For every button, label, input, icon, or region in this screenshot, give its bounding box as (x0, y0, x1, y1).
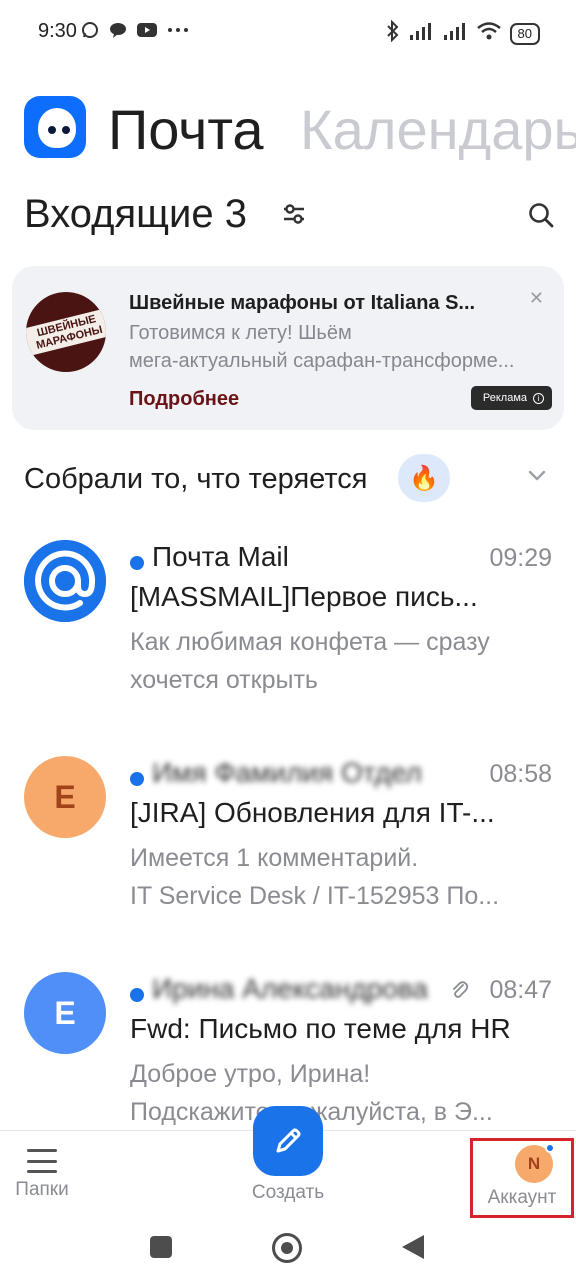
nav-folders[interactable]: Папки (10, 1149, 74, 1201)
signal-icon (408, 21, 434, 46)
signal-icon (442, 21, 468, 46)
message-subject: Fwd: Письмо по теме для HR (130, 1013, 511, 1044)
wifi-icon (476, 21, 502, 46)
unread-indicator (130, 988, 144, 1002)
chat-bubble-icon (108, 20, 128, 45)
notification-dot (545, 1143, 555, 1153)
avatar: E (24, 756, 106, 838)
app-logo (24, 96, 86, 158)
unread-indicator (130, 772, 144, 786)
compose-label[interactable]: Создать (228, 1182, 348, 1204)
tab-calendar[interactable]: Календарь (300, 96, 576, 164)
message-sender: Ирина Александрова (152, 973, 428, 1004)
message-row[interactable]: E Имя Фамилия Отдел 08:58 [JIRA] Обновле… (0, 756, 576, 956)
home-button[interactable] (272, 1233, 302, 1263)
avatar (24, 540, 106, 622)
search-icon[interactable] (526, 200, 556, 230)
ad-logo-text: ШВЕЙНЫЕ МАРАФОНЫ (35, 313, 104, 352)
status-left-icons (80, 20, 190, 45)
message-time: 08:47 (489, 976, 552, 1004)
unread-indicator (130, 556, 144, 570)
ad-title: Швейные марафоны от Italiana S... (129, 292, 476, 314)
message-sender: Почта Mail (152, 541, 289, 572)
info-icon: i (533, 392, 544, 404)
nav-folders-label: Папки (15, 1179, 69, 1200)
more-dots-icon (166, 20, 190, 45)
ad-logo: ШВЕЙНЫЕ МАРАФОНЫ (26, 292, 106, 372)
status-time: 9:30 (38, 20, 77, 42)
message-time: 08:58 (489, 760, 552, 788)
message-subject: [JIRA] Обновления для IT-... (130, 797, 495, 828)
message-preview: IT Service Desk / IT-152953 По... (130, 882, 500, 910)
compose-button[interactable] (253, 1106, 323, 1176)
filter-icon[interactable] (280, 200, 308, 228)
tab-mail[interactable]: Почта (108, 96, 264, 164)
ad-text-line: мега-актуальный сарафан-трансформе... (129, 350, 515, 372)
pencil-icon (276, 1128, 301, 1153)
chevron-down-icon[interactable] (526, 464, 548, 486)
ad-label-badge[interactable]: Реклама i (470, 386, 552, 410)
inbox-title[interactable]: Входящие 3 (24, 190, 247, 238)
recent-apps-button[interactable] (150, 1236, 172, 1258)
ad-banner[interactable]: ШВЕЙНЫЕ МАРАФОНЫ Швейные марафоны от Ita… (12, 266, 564, 430)
logo-eye-left (48, 126, 56, 134)
fire-icon[interactable]: 🔥 (398, 454, 450, 502)
bluetooth-icon (386, 19, 400, 47)
collected-section-title[interactable]: Собрали то, что теряется (24, 462, 367, 496)
message-preview: хочется открыть (130, 666, 318, 694)
message-sender: Имя Фамилия Отдел (152, 757, 422, 788)
message-row[interactable]: Почта Mail 09:29 [MASSMAIL]Первое пись..… (0, 540, 576, 740)
nav-account-label: Аккаунт (487, 1187, 557, 1208)
ad-more-link[interactable]: Подробнее (129, 388, 239, 411)
paperclip-icon (450, 980, 470, 1000)
message-subject: [MASSMAIL]Первое пись... (130, 581, 478, 612)
ad-badge-label: Реклама (482, 392, 527, 404)
avatar: E (24, 972, 106, 1054)
status-bar: 9:30 80 (0, 0, 576, 64)
battery-indicator: 80 (509, 22, 540, 45)
message-preview: Подскажите, пожалуйста, в Э... (130, 1098, 493, 1126)
close-icon[interactable]: ✕ (529, 288, 544, 309)
logo-mascot (38, 108, 76, 148)
youtube-icon (136, 21, 158, 44)
logo-eye-right (62, 126, 70, 134)
message-preview: Имеется 1 комментарий. (130, 844, 419, 872)
at-sign-icon (24, 540, 106, 622)
ad-text-line: Готовимся к лету! Шьём (129, 322, 352, 344)
menu-icon (27, 1149, 57, 1173)
whatsapp-icon (80, 20, 100, 45)
message-preview: Доброе утро, Ирина! (130, 1060, 371, 1088)
back-button[interactable] (402, 1235, 424, 1259)
system-navigation-bar (0, 1220, 576, 1280)
message-preview: Как любимая конфета — сразу (130, 628, 490, 656)
status-right-icons: 80 (386, 19, 540, 47)
message-time: 09:29 (489, 544, 552, 572)
nav-account[interactable]: N Аккаунт (470, 1138, 574, 1218)
